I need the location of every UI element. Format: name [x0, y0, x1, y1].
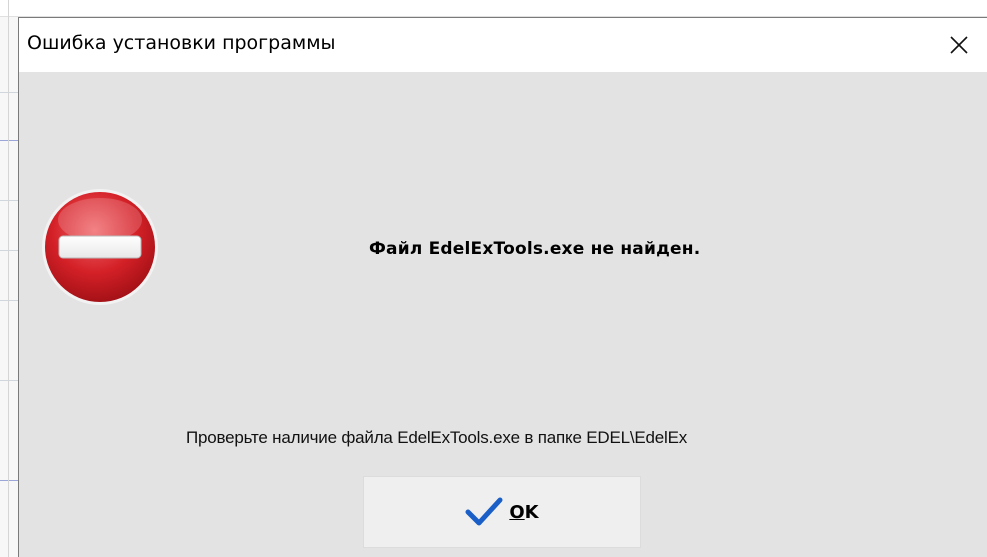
dialog-title: Ошибка установки программы [27, 32, 336, 54]
error-message: Файл EdelExTools.exe не найден. [369, 239, 701, 259]
checkmark-icon [465, 497, 503, 526]
background-toolbar [0, 0, 987, 17]
close-button[interactable] [931, 18, 987, 72]
title-bar[interactable]: Ошибка установки программы [19, 18, 987, 72]
ok-button-label: OK [509, 501, 539, 523]
background-gridline [8, 0, 9, 557]
stop-icon [42, 189, 158, 305]
error-detail: Проверьте наличие файла EdelExTools.exe … [186, 428, 688, 447]
ok-button[interactable]: OK [363, 476, 641, 548]
error-dialog: Ошибка установки программы Файл EdelExTo… [18, 17, 987, 557]
close-icon [950, 36, 968, 54]
